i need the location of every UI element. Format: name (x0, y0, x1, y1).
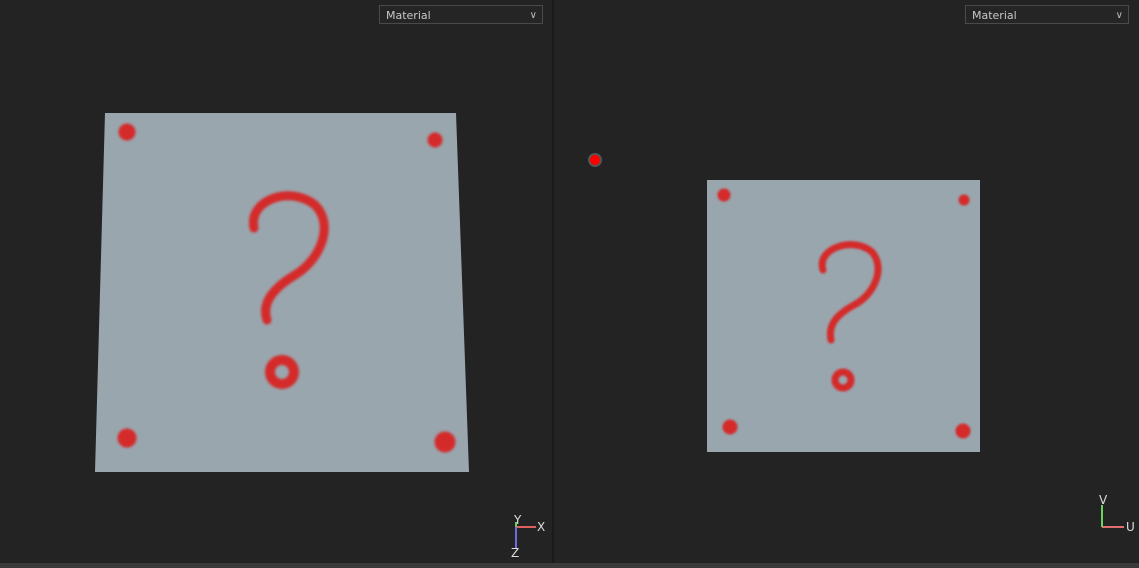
uv-viewport[interactable]: Material ∨ V U (554, 0, 1139, 563)
shading-mode-dropdown[interactable]: Material ∨ (379, 5, 543, 24)
axis-x-label: X (537, 520, 546, 534)
3d-viewport-canvas[interactable] (0, 0, 552, 563)
uv-viewport-canvas[interactable] (554, 0, 1139, 563)
axis-u-label: U (1126, 520, 1135, 534)
shading-mode-value: Material (972, 9, 1017, 22)
chevron-down-icon: ∨ (529, 10, 537, 21)
shading-mode-value: Material (386, 9, 431, 22)
shading-mode-dropdown[interactable]: Material ∨ (965, 5, 1129, 24)
textured-plane (95, 113, 469, 472)
axis-y-label: Y (514, 513, 522, 527)
axis-v-label: V (1099, 493, 1108, 507)
status-bar (0, 563, 1139, 568)
chevron-down-icon: ∨ (1115, 10, 1123, 21)
3d-viewport[interactable]: Material ∨ Y X Z (0, 0, 552, 563)
axis-z-label: Z (511, 546, 520, 560)
